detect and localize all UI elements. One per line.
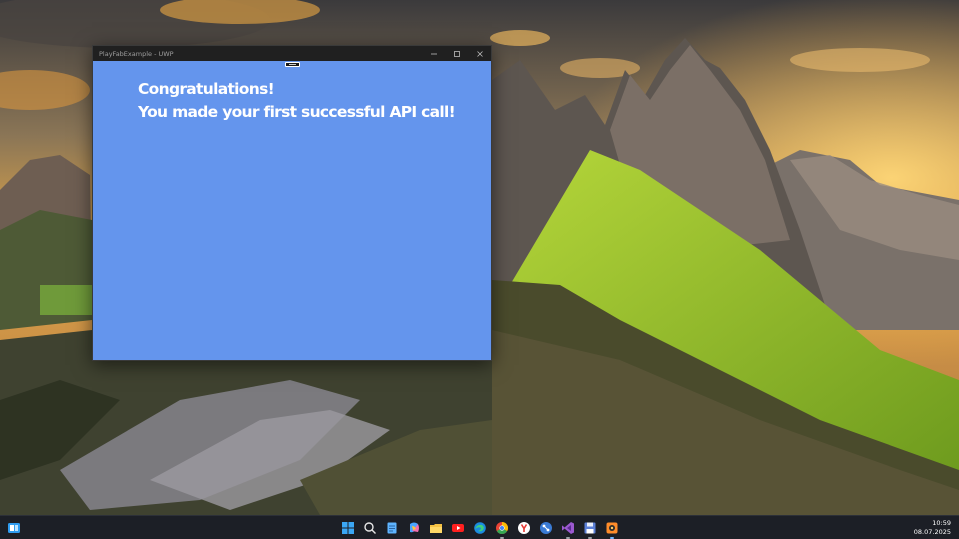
close-button[interactable] (468, 46, 491, 61)
search-icon[interactable] (362, 520, 378, 536)
edge-icon[interactable] (472, 520, 488, 536)
maximize-icon (453, 50, 460, 57)
desktop: PlayFabExample - UWP Congratulations! Yo… (0, 0, 959, 539)
close-icon (476, 50, 483, 57)
git-extensions-icon[interactable] (538, 520, 554, 536)
headline-api-call: You made your first successful API call! (138, 103, 456, 121)
clock-date: 08.07.2025 (913, 528, 951, 536)
system-clock[interactable]: 10:59 08.07.2025 (914, 519, 951, 537)
minimize-button[interactable] (422, 46, 445, 61)
clock-time: 10:59 (932, 519, 951, 527)
floppy-save-icon[interactable] (582, 520, 598, 539)
copilot-icon[interactable] (406, 520, 422, 536)
file-explorer-icon[interactable] (428, 520, 444, 536)
minimize-icon (430, 53, 437, 54)
headline-congratulations: Congratulations! (138, 80, 275, 98)
title-bar[interactable]: PlayFabExample - UWP (93, 46, 491, 61)
app-window[interactable]: PlayFabExample - UWP Congratulations! Yo… (92, 45, 492, 361)
game-app-icon[interactable] (604, 520, 620, 539)
client-area: Congratulations! You made your first suc… (93, 61, 491, 360)
chrome-icon[interactable] (494, 520, 510, 539)
start-icon[interactable] (340, 520, 356, 536)
window-title: PlayFabExample - UWP (99, 49, 174, 58)
maximize-button[interactable] (445, 46, 468, 61)
notepad-icon[interactable] (384, 520, 400, 536)
visual-studio-icon[interactable] (560, 520, 576, 539)
taskbar: 10:59 08.07.2025 (0, 515, 959, 539)
widgets-icon[interactable] (6, 520, 22, 536)
xaml-debug-toolbar[interactable] (285, 62, 300, 67)
youtube-icon[interactable] (450, 520, 466, 536)
yandex-browser-icon[interactable] (516, 520, 532, 536)
